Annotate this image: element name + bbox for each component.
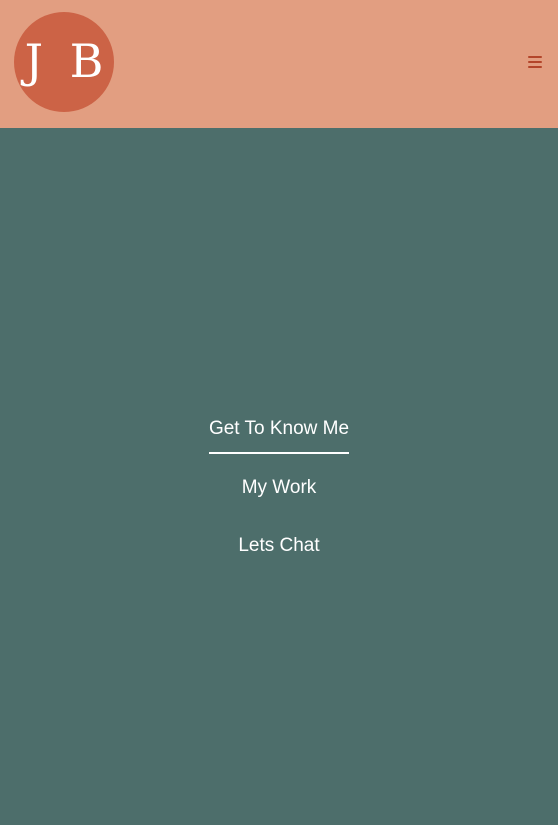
nav-item-label: Get To Know Me: [208, 417, 350, 454]
main-navigation: Get To Know Me My Work Lets Chat: [0, 128, 558, 825]
page: J B Get To Know Me My Work Lets Chat: [0, 0, 558, 825]
logo-text: J B: [24, 34, 110, 88]
nav-item-my-work[interactable]: My Work: [0, 476, 558, 511]
nav-item-label: Lets Chat: [238, 535, 320, 556]
logo[interactable]: J B: [14, 12, 114, 112]
menu-bar: [528, 66, 542, 68]
menu-bar: [528, 61, 542, 63]
nav-item-get-to-know-me[interactable]: Get To Know Me: [0, 417, 558, 454]
menu-bar: [528, 56, 542, 58]
nav-item-label: My Work: [241, 477, 317, 498]
nav-item-lets-chat[interactable]: Lets Chat: [0, 534, 558, 569]
hamburger-menu-icon[interactable]: [527, 54, 543, 70]
site-header: J B: [0, 0, 558, 128]
